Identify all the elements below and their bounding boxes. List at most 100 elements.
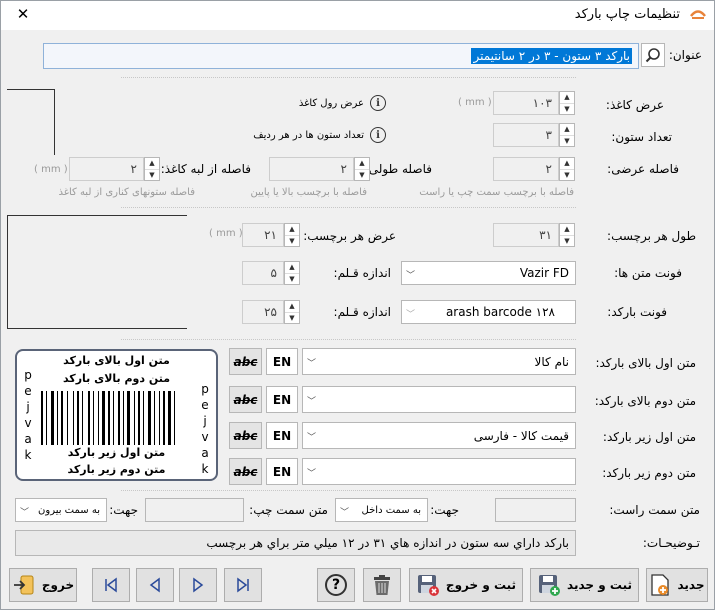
label-length-value: ۳۱ [539, 228, 552, 242]
preview-side-letter: e [24, 384, 32, 398]
text-row-select[interactable]: قیمت کالا - فارسی ﹀ [302, 422, 576, 449]
previous-record-button[interactable] [136, 568, 174, 602]
search-button[interactable] [641, 43, 665, 67]
barcode-pen-label: اندازه قـلم: [333, 305, 391, 319]
columns-value: ۳ [545, 128, 552, 142]
horizontal-gap-hint: فاصله با برچسب سمت چپ یا راست [419, 187, 574, 198]
horizontal-gap-value: ۲ [545, 162, 552, 176]
text-row-select[interactable]: ﹀ [302, 386, 576, 413]
barcode-preview: متن اول بالای بارکد متن دوم بالای بارکد … [15, 349, 218, 481]
bracket-decoration [7, 215, 187, 329]
save-add-icon [539, 575, 561, 596]
app-icon [690, 6, 706, 22]
left-dir-value: به سمت بیرون [38, 504, 100, 516]
barcode-pen-spinner[interactable]: ▲ ▼ [284, 300, 300, 324]
left-dir-label: جهت: [109, 503, 138, 517]
vertical-gap-input[interactable]: ۲ [269, 157, 354, 181]
help-button[interactable]: ? [317, 568, 355, 602]
strikethrough-toggle[interactable]: abc [229, 386, 262, 413]
edge-gap-label: فاصله از لبه کاغذ: [160, 162, 251, 176]
vertical-gap-value: ۲ [340, 162, 347, 176]
right-dir-label: جهت: [430, 503, 459, 517]
label-length-spinner[interactable]: ▲ ▼ [559, 223, 575, 247]
chevron-down-icon: ﹀ [20, 508, 30, 518]
horizontal-gap-spinner[interactable]: ▲ ▼ [559, 157, 575, 181]
title-bar: تنظیمات چاپ بارکد ✕ [1, 1, 714, 30]
title-label: عنوان: [668, 48, 702, 62]
text-row-label: متن اول بالای بارکد: [595, 356, 696, 370]
strikethrough-toggle[interactable]: abc [229, 458, 262, 485]
chevron-down-icon: ﹀ [307, 359, 317, 369]
description-input[interactable]: بارکد داراي سه ستون در اندازه هاي ۳۱ در … [15, 530, 576, 556]
preview-bottom1: متن اول زیر بارکد [67, 446, 166, 459]
barcode-pen-input[interactable]: ۲۵ [242, 300, 284, 324]
preview-side-letter: v [201, 430, 209, 444]
preview-side-letter: j [26, 400, 30, 414]
new-button[interactable]: جدید [646, 568, 708, 602]
vertical-gap-label: فاصله طولی: [364, 162, 432, 176]
language-toggle[interactable]: EN [266, 348, 298, 375]
barcode-font-label: فونت بارکد: [607, 305, 667, 319]
info-icon[interactable]: i [370, 95, 386, 111]
vertical-gap-spinner[interactable]: ▲ ▼ [354, 157, 370, 181]
delete-button[interactable] [363, 568, 401, 602]
right-text-input[interactable] [495, 498, 576, 522]
edge-gap-input[interactable]: ۲ [69, 157, 144, 181]
separator [121, 490, 576, 491]
info-icon[interactable]: i [370, 127, 386, 143]
title-input-value: بارکد ۳ ستون - ۳ در ۲ سانتیمتر [471, 48, 632, 64]
first-record-button[interactable] [92, 568, 130, 602]
new-file-icon [651, 574, 670, 596]
columns-label: تعداد ستون: [611, 130, 672, 144]
paper-width-value: ۱۰۳ [532, 96, 552, 110]
preview-side-letter: v [24, 416, 32, 430]
left-text-input[interactable] [145, 498, 244, 522]
description-label: تـوضیحـات: [642, 536, 700, 550]
language-toggle[interactable]: EN [266, 386, 298, 413]
edge-gap-hint: فاصله ستونهای کناری از لبه کاغذ [58, 187, 195, 198]
columns-input[interactable]: ۳ [493, 123, 559, 147]
columns-spinner[interactable]: ▲ ▼ [559, 123, 575, 147]
strikethrough-toggle[interactable]: abc [229, 422, 262, 449]
save-exit-button[interactable]: ثبت و خروج [409, 568, 523, 602]
label-width-spinner[interactable]: ▲ ▼ [284, 223, 300, 247]
preview-top2: متن دوم بالای بارکد [62, 372, 171, 385]
text-row-select[interactable]: نام کالا ﹀ [302, 348, 576, 375]
label-width-input[interactable]: ۲۱ [242, 223, 284, 247]
save-new-button[interactable]: ثبت و جدید [530, 568, 639, 602]
search-icon [645, 48, 660, 63]
preview-side-letter: a [24, 432, 32, 446]
barcode-font-select[interactable]: arash barcode ۱۲۸ ﹀ [401, 300, 576, 324]
title-input[interactable]: بارکد ۳ ستون - ۳ در ۲ سانتیمتر [43, 43, 639, 69]
barcode-pen-value: ۲۵ [264, 305, 277, 319]
preview-side-letter: e [201, 398, 209, 412]
horizontal-gap-input[interactable]: ۲ [493, 157, 559, 181]
text-row-select[interactable]: ﹀ [302, 458, 576, 485]
exit-button[interactable]: خروج [9, 568, 77, 602]
left-dir-select[interactable]: به سمت بیرون ﹀ [15, 498, 107, 522]
separator [121, 339, 576, 340]
chevron-down-icon: ﹀ [307, 433, 317, 443]
preview-side-letter: p [24, 368, 32, 382]
text-pen-spinner[interactable]: ▲ ▼ [284, 261, 300, 285]
last-record-button[interactable] [224, 568, 262, 602]
language-toggle[interactable]: EN [266, 458, 298, 485]
paper-width-spinner[interactable]: ▲ ▼ [559, 91, 575, 115]
help-icon: ? [325, 574, 347, 596]
right-text-label: متن سمت راست: [609, 503, 700, 517]
text-row-value: نام کالا [534, 354, 569, 369]
close-icon[interactable]: ✕ [11, 5, 35, 23]
label-length-input[interactable]: ۳۱ [493, 223, 559, 247]
edge-gap-spinner[interactable]: ▲ ▼ [144, 157, 160, 181]
description-value: بارکد داراي سه ستون در اندازه هاي ۳۱ در … [206, 536, 569, 550]
language-toggle[interactable]: EN [266, 422, 298, 449]
right-dir-select[interactable]: به سمت داخل ﹀ [335, 498, 428, 522]
text-font-select[interactable]: Vazir FD ﹀ [401, 261, 576, 285]
next-record-button[interactable] [179, 568, 217, 602]
chevron-down-icon: ﹀ [340, 508, 350, 518]
text-pen-input[interactable]: ۵ [242, 261, 284, 285]
strikethrough-toggle[interactable]: abc [229, 348, 262, 375]
chevron-down-icon: ﹀ [307, 397, 317, 407]
text-row-label: متن اول زیر بارکد: [602, 430, 696, 444]
paper-width-input[interactable]: ۱۰۳ [493, 91, 559, 115]
